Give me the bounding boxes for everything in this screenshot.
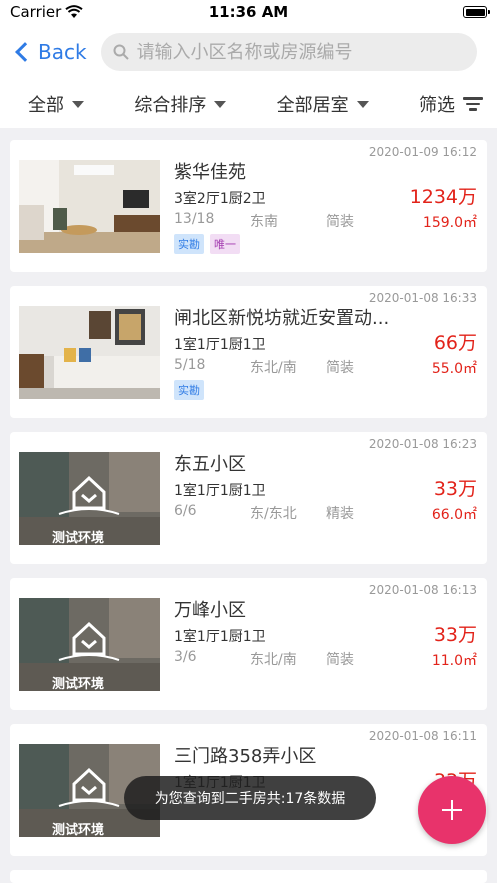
filter-button-label: 筛选 xyxy=(418,95,455,116)
filter-sort[interactable]: 综合排序 xyxy=(134,91,227,117)
listing-price: 33万 xyxy=(433,478,477,500)
listing-date: 2020-01-08 16:23 xyxy=(368,437,477,451)
listing-title: 万峰小区 xyxy=(174,600,246,621)
chevron-left-icon xyxy=(15,42,35,62)
listing-floor: 5/18 xyxy=(174,357,206,373)
placeholder-caption: 测试环境 xyxy=(52,823,105,838)
listing-layout: 1室1厅1厨1卫 xyxy=(174,483,266,499)
filter-all[interactable]: 全部 xyxy=(28,91,84,117)
caret-down-icon xyxy=(356,100,369,108)
listing-unit-price: 11.0㎡ xyxy=(431,653,477,669)
listing-direction: 东北/南 xyxy=(250,360,297,376)
listing-unit-price: 66.0㎡ xyxy=(431,507,477,523)
listing-direction: 东/东北 xyxy=(250,506,297,522)
listing-unit-price: 159.0㎡ xyxy=(422,215,477,231)
listing-title: 三门路358弄小区 xyxy=(174,746,317,767)
listing-photo xyxy=(19,306,160,399)
listing-tags: 实勘 唯一 xyxy=(174,234,240,254)
listing-unit-price: 55.0㎡ xyxy=(431,361,477,377)
listing-title: 闸北区新悦坊就近安置动... xyxy=(174,308,390,329)
plus-icon xyxy=(442,800,462,820)
filter-sort-label: 综合排序 xyxy=(134,95,207,116)
listing-date: 2020-01-08 16:11 xyxy=(368,729,477,743)
listing-layout: 1室1厅1厨1卫 xyxy=(174,337,266,353)
nav-bar: Back xyxy=(0,24,497,80)
listing-floor: 13/18 xyxy=(174,211,215,227)
back-button[interactable]: Back xyxy=(14,40,87,64)
listing-direction: 东南 xyxy=(250,214,278,230)
status-bar: Carrier 11:36 AM xyxy=(0,0,497,24)
carrier-label: Carrier xyxy=(10,3,62,21)
listing-date: 2020-01-08 16:13 xyxy=(368,583,477,597)
listing-card[interactable] xyxy=(10,870,487,883)
listing-price: 66万 xyxy=(433,332,477,354)
listing-card[interactable]: 2020-01-08 16:13 万峰小区 1室1厅1厨1卫 3/6 东北/南 … xyxy=(10,578,487,710)
listing-price: 33万 xyxy=(433,624,477,646)
listing-layout: 1室1厅1厨1卫 xyxy=(174,629,266,645)
listing-card[interactable]: 2020-01-08 16:33 闸北区新悦坊就近安置动... 1室1厅1厨1卫… xyxy=(10,286,487,418)
placeholder-caption: 测试环境 xyxy=(52,677,105,692)
listing-price: 1234万 xyxy=(409,186,477,208)
filter-rooms[interactable]: 全部居室 xyxy=(277,91,369,117)
tag-verified: 实勘 xyxy=(174,234,204,254)
filter-rooms-label: 全部居室 xyxy=(276,95,349,116)
listing-card[interactable]: 2020-01-08 16:23 东五小区 1室1厅1厨1卫 6/6 东/东北 … xyxy=(10,432,487,564)
listing-date: 2020-01-09 16:12 xyxy=(368,145,477,159)
filter-button[interactable]: 筛选 xyxy=(419,91,483,117)
listing-decoration: 简装 xyxy=(326,652,354,668)
listing-direction: 东北/南 xyxy=(250,652,297,668)
status-left: Carrier xyxy=(10,3,83,21)
search-icon xyxy=(113,44,129,60)
wifi-icon xyxy=(65,5,83,18)
tag-unique: 唯一 xyxy=(210,234,240,254)
filter-icon xyxy=(462,97,483,111)
listing-floor: 3/6 xyxy=(174,649,197,665)
listing-title: 东五小区 xyxy=(174,454,246,475)
caret-down-icon xyxy=(214,100,227,108)
search-box[interactable] xyxy=(100,33,477,71)
listing-photo xyxy=(19,160,160,253)
add-listing-button[interactable] xyxy=(418,776,486,844)
search-input[interactable] xyxy=(136,41,465,63)
listing-floor: 6/6 xyxy=(174,503,197,519)
listing-card[interactable]: 2020-01-09 16:12 紫华佳苑 3室2厅1厨2卫 13/18 东南 … xyxy=(10,140,487,272)
listing-title: 紫华佳苑 xyxy=(174,162,246,183)
filter-bar: 全部 综合排序 全部居室 筛选 xyxy=(0,80,497,128)
battery-icon xyxy=(463,6,490,18)
listing-decoration: 简装 xyxy=(326,214,354,230)
placeholder-caption: 测试环境 xyxy=(52,531,105,546)
listing-decoration: 简装 xyxy=(326,360,354,376)
back-label: Back xyxy=(38,40,87,64)
caret-down-icon xyxy=(72,100,84,108)
filter-all-label: 全部 xyxy=(28,95,64,116)
listing-layout: 3室2厅1厨2卫 xyxy=(174,191,266,207)
listing-tags: 实勘 xyxy=(174,380,204,400)
tag-verified: 实勘 xyxy=(174,380,204,400)
result-toast: 为您查询到二手房共:17条数据 xyxy=(124,776,376,820)
listing-decoration: 精装 xyxy=(326,506,354,522)
listing-date: 2020-01-08 16:33 xyxy=(368,291,477,305)
